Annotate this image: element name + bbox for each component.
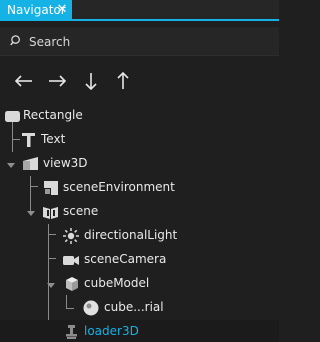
move-up-button[interactable] (112, 71, 134, 91)
tree-item-cube-model[interactable]: cubeModel (0, 272, 279, 296)
tree-item-scene-camera[interactable]: sceneCamera (0, 248, 279, 272)
tree-item-scene[interactable]: scene (0, 200, 279, 224)
tree-item-scene-environment[interactable]: sceneEnvironment (0, 176, 279, 200)
tree-item-label: Rectangle (23, 108, 83, 122)
close-icon[interactable]: ✕ (55, 2, 69, 16)
move-toolbar (0, 62, 279, 100)
chevron-down-icon[interactable] (26, 207, 36, 217)
search-icon (10, 34, 23, 50)
tree-item-cube-material[interactable]: cube...rial (0, 296, 279, 320)
tab-navigator[interactable]: Navigator ✕ (0, 0, 72, 20)
search-bar: Search (0, 27, 279, 56)
chevron-down-icon[interactable] (6, 159, 16, 169)
scene-environment-icon (42, 179, 60, 197)
tree-item-label: loader3D (84, 324, 139, 338)
loader3d-icon (62, 323, 80, 341)
tree-item-directional-light[interactable]: directionalLight (0, 224, 279, 248)
move-right-button[interactable] (46, 71, 68, 91)
directional-light-icon (62, 227, 80, 245)
arrow-up-icon (117, 72, 129, 89)
chevron-down-icon[interactable] (46, 279, 56, 289)
tree-item-label: cubeModel (84, 276, 150, 290)
search-placeholder: Search (29, 35, 71, 49)
navigator-panel: Navigator ✕ Search Rectangle Text view3D… (0, 0, 279, 342)
tree-item-label: sceneEnvironment (63, 180, 175, 194)
rectangle-icon (4, 107, 22, 125)
panel-tab-bar: Navigator ✕ (0, 0, 279, 21)
arrow-right-icon (49, 75, 67, 87)
tree-item-label: scene (63, 204, 99, 218)
tree-item-loader3d[interactable]: loader3D (0, 320, 279, 342)
move-down-button[interactable] (80, 71, 102, 91)
camera-icon (62, 251, 80, 269)
tree-item-text[interactable]: Text (0, 128, 279, 152)
tree-item-view3d[interactable]: view3D (0, 152, 279, 176)
navigator-tree: Rectangle Text view3D sceneEnvironment s… (0, 104, 279, 342)
tree-item-label: directionalLight (84, 228, 178, 242)
move-left-button[interactable] (13, 71, 35, 91)
tree-item-label: sceneCamera (84, 252, 167, 266)
arrow-down-icon (85, 73, 97, 90)
view3d-icon (22, 155, 40, 173)
model-icon (63, 275, 81, 293)
tree-item-label: cube...rial (104, 300, 164, 314)
text-icon (20, 131, 38, 149)
tree-item-rectangle[interactable]: Rectangle (0, 104, 279, 128)
arrow-left-icon (14, 75, 32, 87)
tree-item-label: Text (41, 132, 66, 146)
scene-icon (42, 203, 60, 221)
material-icon (82, 299, 100, 317)
tree-item-label: view3D (43, 156, 88, 170)
search-input[interactable]: Search (10, 32, 270, 52)
